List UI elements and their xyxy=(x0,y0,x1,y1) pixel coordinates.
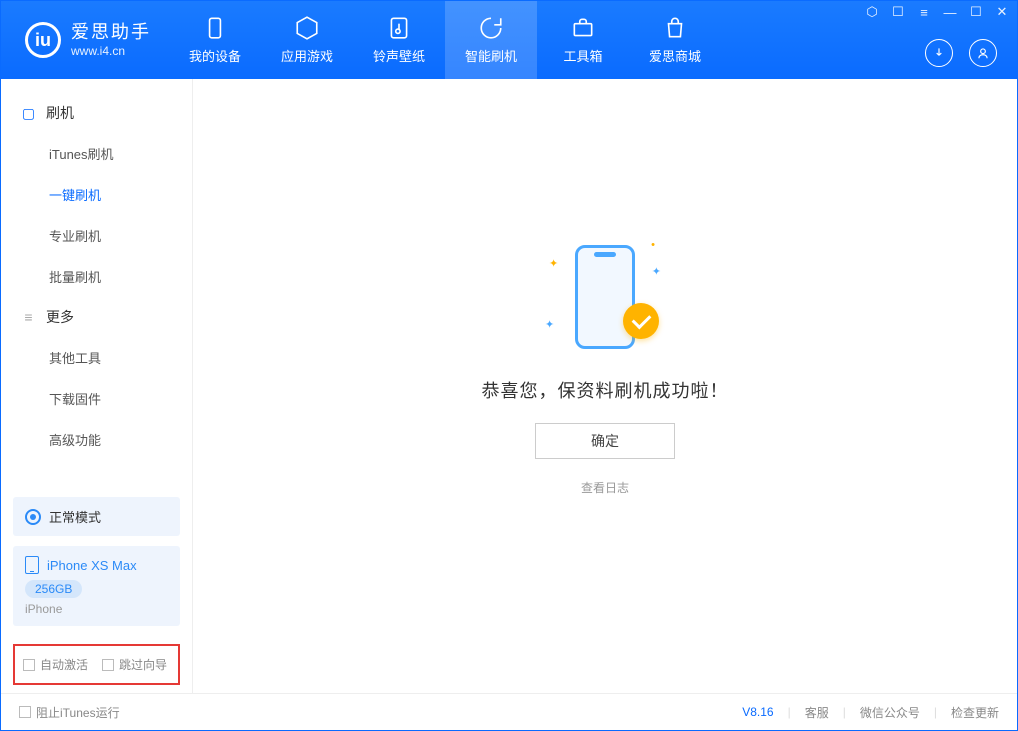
phone-small-icon: ▢ xyxy=(21,106,36,121)
device-name: iPhone XS Max xyxy=(47,558,137,573)
maximize-icon[interactable]: ☐ xyxy=(969,5,983,19)
sidebar-group-more: ≡ 更多 xyxy=(1,297,192,337)
list-icon: ≡ xyxy=(21,310,36,325)
device-icon xyxy=(202,15,228,41)
shirt-icon[interactable]: ⬡ xyxy=(865,5,879,19)
footer-link-support[interactable]: 客服 xyxy=(805,704,829,721)
sidebar-item-pro-flash[interactable]: 专业刷机 xyxy=(1,215,192,256)
tab-my-device[interactable]: 我的设备 xyxy=(169,1,261,79)
lock-icon[interactable]: ☐ xyxy=(891,5,905,19)
success-illustration: ✦ ✦ ✦ • xyxy=(545,237,665,357)
sidebar-item-advanced[interactable]: 高级功能 xyxy=(1,419,192,460)
device-type: iPhone xyxy=(25,602,168,616)
app-name: 爱思助手 xyxy=(71,22,151,44)
tab-apps-games[interactable]: 应用游戏 xyxy=(261,1,353,79)
menu-icon[interactable]: ≡ xyxy=(917,5,931,19)
sidebar-group-flash: ▢ 刷机 xyxy=(1,93,192,133)
sidebar-item-download-firmware[interactable]: 下载固件 xyxy=(1,378,192,419)
checkbox-auto-activate[interactable]: 自动激活 xyxy=(23,656,88,673)
sidebar-item-other-tools[interactable]: 其他工具 xyxy=(1,337,192,378)
logo[interactable]: iu 爱思助手 www.i4.cn xyxy=(1,22,169,58)
footer: 阻止iTunes运行 V8.16 | 客服 | 微信公众号 | 检查更新 xyxy=(1,693,1017,730)
refresh-icon xyxy=(478,15,504,41)
phone-icon xyxy=(25,556,39,574)
header-actions xyxy=(925,39,997,67)
success-message: 恭喜您，保资料刷机成功啦！ xyxy=(482,377,729,403)
download-button[interactable] xyxy=(925,39,953,67)
bag-icon xyxy=(662,15,688,41)
device-card[interactable]: iPhone XS Max 256GB iPhone xyxy=(13,546,180,626)
sparkle-icon: ✦ xyxy=(549,257,558,270)
device-mode-status[interactable]: 正常模式 xyxy=(13,497,180,536)
window-controls: ⬡ ☐ ≡ — ☐ ✕ xyxy=(865,5,1009,19)
user-button[interactable] xyxy=(969,39,997,67)
logo-icon: iu xyxy=(25,22,61,58)
footer-link-wechat[interactable]: 微信公众号 xyxy=(860,704,920,721)
view-log-link[interactable]: 查看日志 xyxy=(581,479,629,496)
phone-illustration-icon xyxy=(575,245,635,349)
tab-smart-flash[interactable]: 智能刷机 xyxy=(445,1,537,79)
sparkle-icon: ✦ xyxy=(545,318,554,331)
sparkle-icon: ✦ xyxy=(652,265,661,278)
app-url: www.i4.cn xyxy=(71,44,151,58)
toolbox-icon xyxy=(570,15,596,41)
tab-toolbox[interactable]: 工具箱 xyxy=(537,1,629,79)
nav-tabs: 我的设备 应用游戏 铃声壁纸 智能刷机 工具箱 爱思商城 xyxy=(169,1,721,79)
tab-ringtone-wallpaper[interactable]: 铃声壁纸 xyxy=(353,1,445,79)
cube-icon xyxy=(294,15,320,41)
sparkle-icon: • xyxy=(651,239,655,251)
checkbox-block-itunes[interactable]: 阻止iTunes运行 xyxy=(19,704,120,721)
success-check-icon xyxy=(623,303,659,339)
tab-store[interactable]: 爱思商城 xyxy=(629,1,721,79)
footer-link-check-update[interactable]: 检查更新 xyxy=(951,704,999,721)
status-dot-icon xyxy=(25,509,41,525)
sidebar-item-batch-flash[interactable]: 批量刷机 xyxy=(1,256,192,297)
sidebar-item-itunes-flash[interactable]: iTunes刷机 xyxy=(1,133,192,174)
minimize-icon[interactable]: — xyxy=(943,5,957,19)
sidebar: ▢ 刷机 iTunes刷机 一键刷机 专业刷机 批量刷机 ≡ 更多 其他工具 下… xyxy=(1,79,193,693)
main-content: ✦ ✦ ✦ • 恭喜您，保资料刷机成功啦！ 确定 查看日志 xyxy=(193,79,1017,693)
checkbox-skip-guide[interactable]: 跳过向导 xyxy=(102,656,167,673)
close-icon[interactable]: ✕ xyxy=(995,5,1009,19)
music-icon xyxy=(386,15,412,41)
flash-options-highlighted: 自动激活 跳过向导 xyxy=(13,644,180,685)
version-label: V8.16 xyxy=(742,705,773,719)
device-capacity: 256GB xyxy=(25,580,82,598)
ok-button[interactable]: 确定 xyxy=(535,423,675,459)
header: iu 爱思助手 www.i4.cn 我的设备 应用游戏 铃声壁纸 智能刷机 工具… xyxy=(1,1,1017,79)
sidebar-item-one-click-flash[interactable]: 一键刷机 xyxy=(1,174,192,215)
